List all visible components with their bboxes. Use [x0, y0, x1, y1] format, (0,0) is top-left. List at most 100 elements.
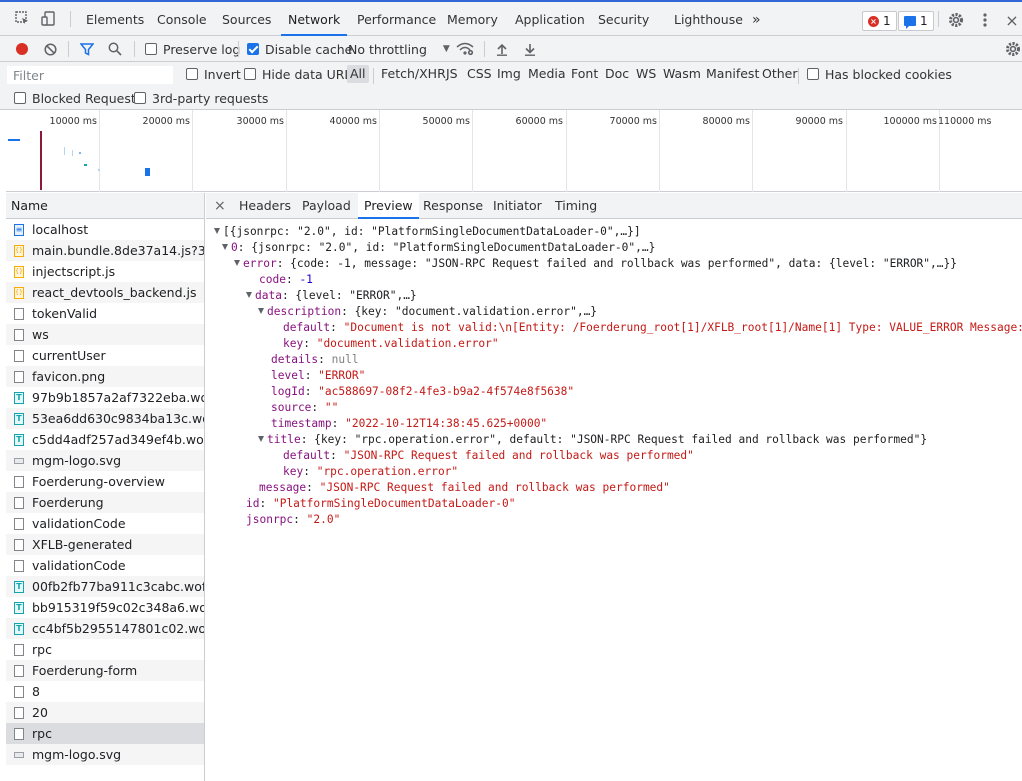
- name-column-header[interactable]: Name: [6, 193, 204, 219]
- request-row[interactable]: mgm-logo.svg: [6, 450, 204, 471]
- json-tree-line[interactable]: 0: {jsonrpc: "2.0", id: "PlatformSingleD…: [222, 240, 655, 256]
- expand-triangle-icon[interactable]: [258, 308, 264, 314]
- tab-memory[interactable]: Memory: [447, 2, 498, 36]
- request-row[interactable]: c5dd4adf257ad349ef4b.woff2: [6, 429, 204, 450]
- network-settings-gear-icon[interactable]: [1004, 40, 1022, 58]
- message-count-badge[interactable]: 1: [898, 11, 934, 31]
- filter-type-other[interactable]: Other: [759, 65, 801, 83]
- request-row[interactable]: ws: [6, 324, 204, 345]
- request-row[interactable]: 53ea6dd630c9834ba13c.woff2: [6, 408, 204, 429]
- preserve-log-box[interactable]: [145, 43, 157, 55]
- request-row[interactable]: mgm-logo.svg: [6, 744, 204, 765]
- record-icon[interactable]: [14, 41, 30, 57]
- filter-type-doc[interactable]: Doc: [602, 65, 632, 83]
- request-row[interactable]: localhost: [6, 219, 204, 240]
- tab-lighthouse[interactable]: Lighthouse: [674, 2, 743, 36]
- throttling-select[interactable]: No throttling ▼: [348, 36, 450, 62]
- request-row[interactable]: Foerderung: [6, 492, 204, 513]
- third-party-requests-box[interactable]: [134, 92, 146, 104]
- tab-timing[interactable]: Timing: [555, 193, 597, 219]
- hide-data-urls-box[interactable]: [244, 68, 256, 80]
- request-row[interactable]: rpc: [6, 723, 204, 744]
- invert-box[interactable]: [186, 68, 198, 80]
- request-row[interactable]: Foerderung-overview: [6, 471, 204, 492]
- tab-network[interactable]: Network: [281, 2, 348, 36]
- request-row[interactable]: 97b9b1857a2af7322eba.woff2: [6, 387, 204, 408]
- request-row[interactable]: bb915319f59c02c348a6.woff2: [6, 597, 204, 618]
- expand-triangle-icon[interactable]: [222, 244, 228, 250]
- request-row[interactable]: 20: [6, 702, 204, 723]
- hide-data-urls-checkbox[interactable]: Hide data URLs: [244, 64, 358, 84]
- request-row[interactable]: 8: [6, 681, 204, 702]
- request-row[interactable]: tokenValid: [6, 303, 204, 324]
- tab-initiator[interactable]: Initiator: [493, 193, 542, 219]
- request-row[interactable]: currentUser: [6, 345, 204, 366]
- filter-type-manifest[interactable]: Manifest: [703, 65, 762, 83]
- request-row[interactable]: rpc: [6, 639, 204, 660]
- filter-type-wasm[interactable]: Wasm: [660, 65, 704, 83]
- customize-menu-icon[interactable]: [976, 10, 994, 30]
- has-blocked-cookies-box[interactable]: [807, 68, 819, 80]
- network-overview-timeline[interactable]: 10000 ms 20000 ms 30000 ms 40000 ms 5000…: [6, 110, 1022, 192]
- tab-performance[interactable]: Performance: [357, 2, 436, 36]
- expand-triangle-icon[interactable]: [214, 228, 220, 234]
- expand-triangle-icon[interactable]: [258, 436, 264, 442]
- tab-security[interactable]: Security: [598, 2, 649, 36]
- preserve-log-checkbox[interactable]: Preserve log: [145, 36, 240, 62]
- expand-triangle-icon[interactable]: [234, 260, 240, 266]
- filter-icon[interactable]: [78, 41, 96, 57]
- disable-cache-box[interactable]: [247, 43, 259, 55]
- request-row[interactable]: favicon.png: [6, 366, 204, 387]
- filter-type-all[interactable]: All: [347, 65, 369, 83]
- json-tree-line[interactable]: error: {code: -1, message: "JSON-RPC Req…: [234, 256, 957, 272]
- import-har-icon[interactable]: [494, 41, 510, 57]
- export-har-icon[interactable]: [522, 41, 538, 57]
- tab-elements[interactable]: Elements: [86, 2, 144, 36]
- filter-type-img[interactable]: Img: [494, 65, 524, 83]
- tab-application[interactable]: Application: [515, 2, 585, 36]
- device-toolbar-icon[interactable]: [38, 8, 58, 28]
- disable-cache-checkbox[interactable]: Disable cache: [247, 36, 352, 62]
- tab-preview[interactable]: Preview: [358, 193, 419, 219]
- filter-type-fetch-xhr[interactable]: Fetch/XHR: [378, 65, 449, 83]
- request-row[interactable]: Foerderung-form: [6, 660, 204, 681]
- more-tabs-button[interactable]: »: [752, 2, 761, 36]
- tab-sources[interactable]: Sources: [222, 2, 271, 36]
- close-detail-icon[interactable]: ×: [214, 193, 226, 219]
- request-row[interactable]: validationCode: [6, 513, 204, 534]
- search-icon[interactable]: [106, 41, 124, 57]
- network-conditions-icon[interactable]: [455, 40, 475, 58]
- has-blocked-cookies-checkbox[interactable]: Has blocked cookies: [807, 64, 952, 84]
- request-row[interactable]: injectscript.js: [6, 261, 204, 282]
- invert-checkbox[interactable]: Invert: [186, 64, 241, 84]
- tab-console[interactable]: Console: [157, 2, 207, 36]
- clear-icon[interactable]: [42, 41, 58, 57]
- settings-gear-icon[interactable]: [946, 10, 966, 30]
- third-party-requests-checkbox[interactable]: 3rd-party requests: [134, 88, 268, 108]
- filter-type-js[interactable]: JS: [443, 65, 461, 83]
- json-tree-line[interactable]: description: {key: "document.validation.…: [258, 304, 597, 320]
- request-row[interactable]: main.bundle.8de37a14.js?372…: [6, 240, 204, 261]
- request-row[interactable]: 00fb2fb77ba911c3cabc.woff2: [6, 576, 204, 597]
- tab-response[interactable]: Response: [423, 193, 483, 219]
- error-count-badge[interactable]: × 1: [862, 11, 897, 31]
- filter-type-media[interactable]: Media: [525, 65, 569, 83]
- filter-type-css[interactable]: CSS: [464, 65, 495, 83]
- request-row[interactable]: validationCode: [6, 555, 204, 576]
- json-tree-line[interactable]: title: {key: "rpc.operation.error", defa…: [258, 432, 927, 448]
- blocked-requests-checkbox[interactable]: Blocked Requests: [14, 88, 142, 108]
- tab-headers[interactable]: Headers: [239, 193, 291, 219]
- filter-type-ws[interactable]: WS: [633, 65, 659, 83]
- json-tree-line[interactable]: data: {level: "ERROR",…}: [246, 288, 417, 304]
- json-tree-line[interactable]: [{jsonrpc: "2.0", id: "PlatformSingleDoc…: [214, 224, 641, 240]
- inspect-element-icon[interactable]: [12, 8, 32, 28]
- blocked-requests-box[interactable]: [14, 92, 26, 104]
- request-row[interactable]: cc4bf5b2955147801c02.woff2: [6, 618, 204, 639]
- filter-input[interactable]: Filter: [7, 66, 173, 84]
- expand-triangle-icon[interactable]: [246, 292, 252, 298]
- close-devtools-icon[interactable]: ×: [1004, 10, 1020, 30]
- filter-type-font[interactable]: Font: [568, 65, 601, 83]
- request-row[interactable]: react_devtools_backend.js: [6, 282, 204, 303]
- tab-payload[interactable]: Payload: [302, 193, 351, 219]
- request-row[interactable]: XFLB-generated: [6, 534, 204, 555]
